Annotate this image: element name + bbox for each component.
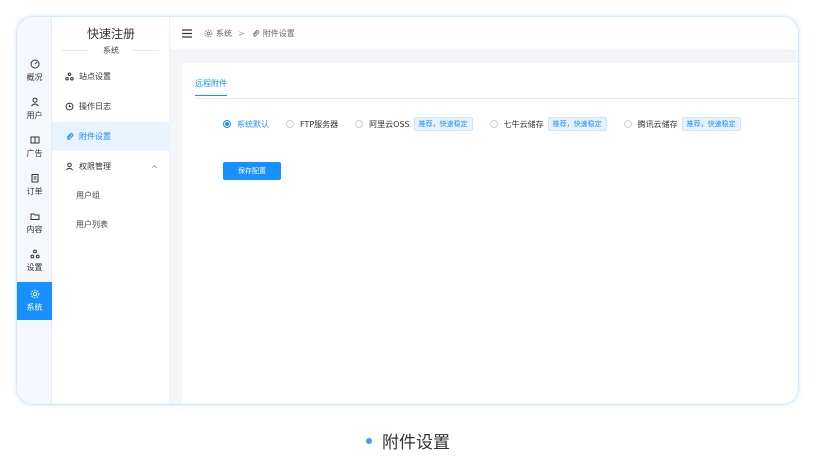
radio-system-default[interactable]: 系统默认 [223, 119, 269, 130]
menu-item-label: 操作日志 [79, 102, 111, 111]
submenu-panel: 快速注册 系统 站点设置 操作日志 附件设置 权限管理 用户组 用户列表 [52, 17, 170, 404]
radio-aliyun-oss[interactable]: 阿里云OSS 推荐，快速稳定 [355, 117, 473, 131]
content-area: 远程附件 系统默认 FTP服务器 阿里云OSS 推荐，快速稳定 七牛云储存 推荐… [170, 51, 798, 404]
rail-item-settings[interactable]: 设置 [17, 242, 52, 280]
menu-toggle-icon[interactable] [182, 29, 192, 38]
radio-circle[interactable] [355, 120, 364, 128]
app-window: 概况 用户 广告 订单 内容 设置 系统 快速注册 系统 站点设置 操作日志 附… [17, 17, 798, 404]
cluster-icon [65, 72, 74, 81]
clipboard-icon [31, 174, 38, 183]
rail-item-label: 用户 [26, 111, 43, 120]
menu-item-label: 附件设置 [79, 132, 111, 141]
radio-circle[interactable] [623, 120, 632, 128]
gear-icon [204, 29, 213, 38]
storage-radio-group: 系统默认 FTP服务器 阿里云OSS 推荐，快速稳定 七牛云储存 推荐，快速稳定 [223, 116, 758, 132]
user-icon [30, 97, 39, 107]
breadcrumb-current: 附件设置 [262, 29, 295, 38]
user-icon [65, 162, 74, 171]
rail-item-label: 内容 [26, 225, 43, 234]
rail-item-orders[interactable]: 订单 [17, 166, 52, 204]
dashboard-icon [30, 59, 39, 69]
rail-item-label: 系统 [26, 303, 43, 312]
menu-item-attachment-settings[interactable]: 附件设置 [52, 122, 170, 151]
rail-item-label: 广告 [26, 149, 43, 158]
tab-remote-attachment[interactable]: 远程附件 [195, 78, 227, 96]
rail-item-label: 设置 [26, 263, 43, 272]
radio-label: 系统默认 [237, 119, 269, 129]
menu-item-label: 权限管理 [79, 162, 111, 171]
cluster-icon [29, 249, 40, 259]
rail-item-label: 概况 [26, 73, 43, 82]
app-title: 快速注册 [86, 27, 135, 41]
paperclip-icon [66, 133, 74, 140]
recommend-badge: 推荐，快速稳定 [681, 117, 741, 131]
radio-label: FTP服务器 [300, 119, 339, 129]
menu-item-label: 用户列表 [76, 220, 108, 229]
folder-icon [30, 213, 39, 220]
figure-caption: 附件设置 [0, 428, 816, 453]
bullet-dot [366, 438, 372, 444]
paperclip-icon [252, 30, 260, 37]
menu-item-label: 用户组 [76, 191, 100, 200]
menu-subitem-user-group[interactable]: 用户组 [52, 181, 170, 210]
menu-item-site-settings[interactable]: 站点设置 [52, 62, 170, 91]
breadcrumb: 系统 > 附件设置 [204, 28, 295, 39]
radio-label: 腾讯云储存 [637, 119, 678, 129]
rail-item-users[interactable]: 用户 [17, 90, 52, 128]
radio-qiniu-storage[interactable]: 七牛云储存 推荐，快速稳定 [489, 117, 607, 131]
recommend-badge: 推荐，快速稳定 [413, 117, 473, 131]
rail-item-system[interactable]: 系统 [17, 282, 52, 320]
breadcrumb-root[interactable]: 系统 [216, 28, 232, 39]
breadcrumb-separator: > [238, 29, 245, 38]
radio-circle[interactable] [489, 120, 498, 128]
radio-circle[interactable] [286, 120, 294, 128]
radio-tencent-storage[interactable]: 腾讯云储存 推荐，快速稳定 [623, 117, 741, 131]
menu-item-operation-log[interactable]: 操作日志 [52, 92, 170, 121]
history-icon [65, 102, 74, 111]
gear-icon [30, 289, 39, 299]
rail-item-label: 订单 [26, 187, 43, 196]
radio-label: 阿里云OSS [369, 119, 410, 129]
radio-circle[interactable] [223, 120, 231, 128]
rail-item-ads[interactable]: 广告 [17, 128, 52, 166]
rail-item-content[interactable]: 内容 [17, 204, 52, 242]
icon-rail: 概况 用户 广告 订单 内容 设置 系统 [17, 17, 52, 404]
menu-subitem-user-list[interactable]: 用户列表 [52, 210, 170, 239]
divider [133, 50, 159, 51]
menu-item-label: 站点设置 [79, 72, 111, 81]
chevron-up-icon [152, 165, 157, 169]
top-bar: 系统 > 附件设置 [170, 17, 798, 51]
menu-item-permissions[interactable]: 权限管理 [52, 152, 170, 181]
recommend-badge: 推荐，快速稳定 [547, 117, 607, 131]
settings-card: 远程附件 系统默认 FTP服务器 阿里云OSS 推荐，快速稳定 七牛云储存 推荐… [182, 63, 798, 404]
ad-icon [30, 136, 39, 144]
tab-divider [195, 98, 798, 99]
caption-text: 附件设置 [382, 433, 450, 453]
radio-ftp-server[interactable]: FTP服务器 [286, 119, 338, 130]
radio-label: 七牛云储存 [503, 119, 544, 129]
rail-item-overview[interactable]: 概况 [17, 52, 52, 90]
save-config-button[interactable]: 保存配置 [223, 162, 281, 180]
